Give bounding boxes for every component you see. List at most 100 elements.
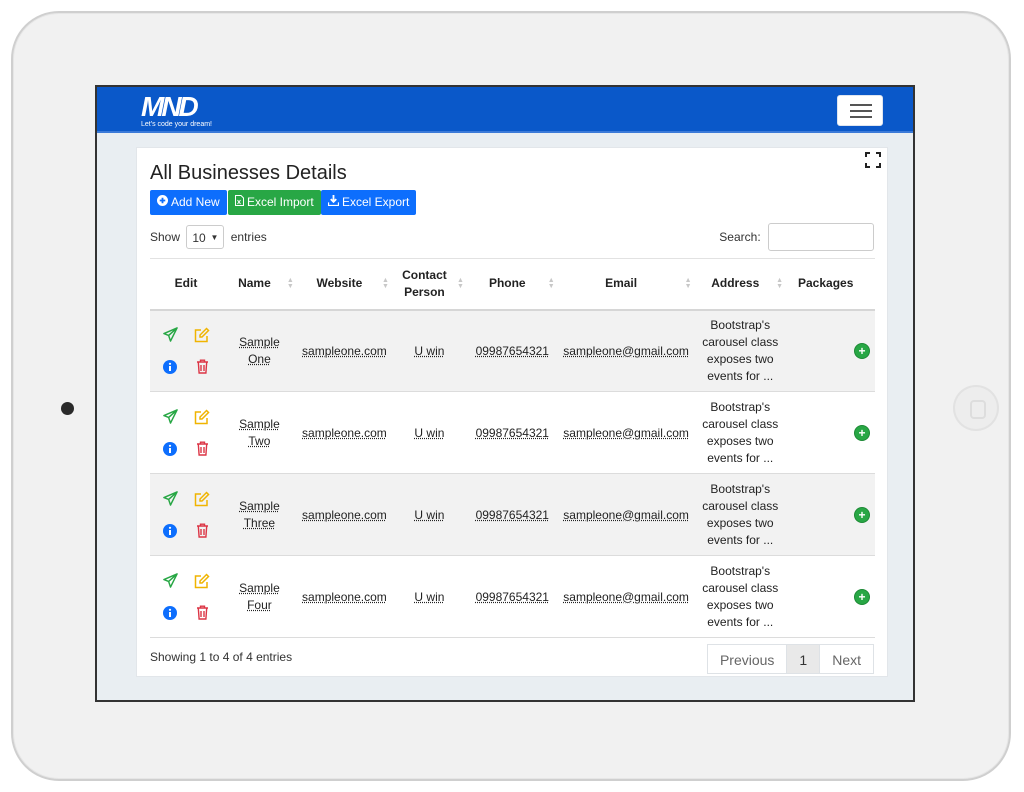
pencil-square-icon[interactable] bbox=[186, 401, 218, 433]
download-icon bbox=[327, 190, 340, 215]
phone-link[interactable]: 09987654321 bbox=[476, 590, 549, 604]
add-new-button[interactable]: Add New bbox=[150, 190, 227, 215]
info-circle-icon[interactable] bbox=[154, 433, 186, 465]
contact-person-link[interactable]: U win bbox=[414, 508, 444, 522]
contact-person-link[interactable]: U win bbox=[414, 590, 444, 604]
email-link[interactable]: sampleone@gmail.com bbox=[563, 508, 689, 522]
menu-toggle-button[interactable] bbox=[837, 95, 883, 126]
email-link[interactable]: sampleone@gmail.com bbox=[563, 426, 689, 440]
paper-plane-icon[interactable] bbox=[154, 401, 186, 433]
website-link[interactable]: sampleone.com bbox=[302, 508, 387, 522]
table-header-row: Edit Name ▲ ▼ Website ▲ ▼ Contact Person ▲ ▼ P… bbox=[150, 258, 875, 311]
website-cell[interactable]: sampleone.com bbox=[296, 391, 392, 474]
website-cell[interactable]: sampleone.com bbox=[296, 473, 392, 556]
info-circle-icon[interactable] bbox=[154, 515, 186, 547]
next-button[interactable]: Next bbox=[819, 644, 874, 674]
phone-link[interactable]: 09987654321 bbox=[476, 508, 549, 522]
business-name-link[interactable]: Sample Four bbox=[236, 580, 282, 614]
paper-plane-icon[interactable] bbox=[154, 483, 186, 515]
phone-cell[interactable]: 09987654321 bbox=[466, 391, 558, 474]
paper-plane-icon[interactable] bbox=[154, 319, 186, 351]
plus-circle-icon[interactable]: + bbox=[855, 425, 869, 440]
search-input[interactable] bbox=[768, 223, 874, 251]
contact-person-link[interactable]: U win bbox=[414, 344, 444, 358]
email-cell[interactable]: sampleone@gmail.com bbox=[557, 391, 695, 474]
trash-icon[interactable] bbox=[186, 597, 218, 629]
entries-select[interactable]: 10 ▼ bbox=[186, 225, 225, 249]
entries-label: entries bbox=[230, 230, 267, 244]
table-row: Sample Four sampleone.com U win 09987654… bbox=[150, 555, 875, 638]
plus-circle-icon[interactable]: + bbox=[855, 589, 869, 604]
page-1-button[interactable]: 1 bbox=[786, 644, 821, 674]
info-circle-icon[interactable] bbox=[154, 351, 186, 383]
phone-cell[interactable]: 09987654321 bbox=[466, 473, 558, 556]
paper-plane-icon[interactable] bbox=[154, 565, 186, 597]
navbar: MND Let's code your dream! bbox=[97, 87, 913, 133]
brand-logo[interactable]: MND Let's code your dream! bbox=[141, 93, 212, 129]
pencil-square-icon[interactable] bbox=[186, 319, 218, 351]
address-text: Bootstrap's carousel class exposes two e… bbox=[702, 481, 779, 547]
website-link[interactable]: sampleone.com bbox=[302, 426, 387, 440]
col-contact-person[interactable]: Contact Person ▲ ▼ bbox=[391, 258, 467, 311]
contact-cell[interactable]: U win bbox=[391, 391, 467, 474]
pencil-square-icon[interactable] bbox=[186, 483, 218, 515]
col-email[interactable]: Email ▲ ▼ bbox=[557, 258, 695, 311]
col-email-label: Email bbox=[605, 276, 638, 291]
website-link[interactable]: sampleone.com bbox=[302, 344, 387, 358]
app-screen: MND Let's code your dream! All Businesse… bbox=[95, 85, 915, 702]
info-circle-icon[interactable] bbox=[154, 597, 186, 629]
hamburger-icon bbox=[850, 104, 872, 106]
excel-import-button[interactable]: Excel Import bbox=[228, 190, 321, 215]
col-packages: Packages bbox=[786, 258, 875, 311]
website-cell[interactable]: sampleone.com bbox=[296, 555, 392, 638]
contact-cell[interactable]: U win bbox=[391, 309, 467, 392]
email-cell[interactable]: sampleone@gmail.com bbox=[557, 309, 695, 392]
packages-cell: + bbox=[786, 555, 875, 638]
col-website[interactable]: Website ▲ ▼ bbox=[296, 258, 392, 311]
contact-cell[interactable]: U win bbox=[391, 555, 467, 638]
business-name-link[interactable]: Sample One bbox=[236, 334, 282, 368]
name-cell[interactable]: Sample One bbox=[222, 309, 297, 392]
search-label: Search: bbox=[719, 230, 761, 244]
tablet-home-button bbox=[953, 385, 999, 431]
sort-icon: ▲ ▼ bbox=[684, 277, 692, 290]
contact-cell[interactable]: U win bbox=[391, 473, 467, 556]
name-cell[interactable]: Sample Two bbox=[222, 391, 297, 474]
name-cell[interactable]: Sample Three bbox=[222, 473, 297, 556]
name-cell[interactable]: Sample Four bbox=[222, 555, 297, 638]
edit-cell bbox=[150, 309, 222, 392]
contact-person-link[interactable]: U win bbox=[414, 426, 444, 440]
phone-cell[interactable]: 09987654321 bbox=[466, 555, 558, 638]
col-name[interactable]: Name ▲ ▼ bbox=[222, 258, 297, 311]
plus-circle-icon[interactable]: + bbox=[855, 507, 869, 522]
email-link[interactable]: sampleone@gmail.com bbox=[563, 590, 689, 604]
email-link[interactable]: sampleone@gmail.com bbox=[563, 344, 689, 358]
phone-link[interactable]: 09987654321 bbox=[476, 344, 549, 358]
previous-button[interactable]: Previous bbox=[706, 644, 788, 674]
phone-link[interactable]: 09987654321 bbox=[476, 426, 549, 440]
email-cell[interactable]: sampleone@gmail.com bbox=[557, 473, 695, 556]
pencil-square-icon[interactable] bbox=[186, 565, 218, 597]
packages-cell: + bbox=[786, 391, 875, 474]
trash-icon[interactable] bbox=[186, 433, 218, 465]
col-address[interactable]: Address ▲ ▼ bbox=[694, 258, 786, 311]
excel-export-button[interactable]: Excel Export bbox=[321, 190, 417, 215]
business-name-link[interactable]: Sample Two bbox=[236, 416, 282, 450]
trash-icon[interactable] bbox=[186, 515, 218, 547]
plus-circle-icon[interactable]: + bbox=[855, 343, 869, 358]
website-link[interactable]: sampleone.com bbox=[302, 590, 387, 604]
edit-cell bbox=[150, 555, 222, 638]
email-cell[interactable]: sampleone@gmail.com bbox=[557, 555, 695, 638]
website-cell[interactable]: sampleone.com bbox=[296, 309, 392, 392]
phone-cell[interactable]: 09987654321 bbox=[466, 309, 558, 392]
sort-icon: ▲ ▼ bbox=[382, 277, 389, 290]
logo-tagline: Let's code your dream! bbox=[141, 121, 212, 128]
page-title: All Businesses Details bbox=[150, 162, 347, 184]
trash-icon[interactable] bbox=[186, 351, 218, 383]
col-phone[interactable]: Phone ▲ ▼ bbox=[466, 258, 558, 311]
business-name-link[interactable]: Sample Three bbox=[236, 498, 282, 532]
fullscreen-icon[interactable] bbox=[865, 152, 881, 168]
show-label: Show bbox=[150, 230, 181, 244]
excel-import-label: Excel Import bbox=[247, 195, 314, 209]
sort-icon: ▲ ▼ bbox=[547, 277, 555, 290]
